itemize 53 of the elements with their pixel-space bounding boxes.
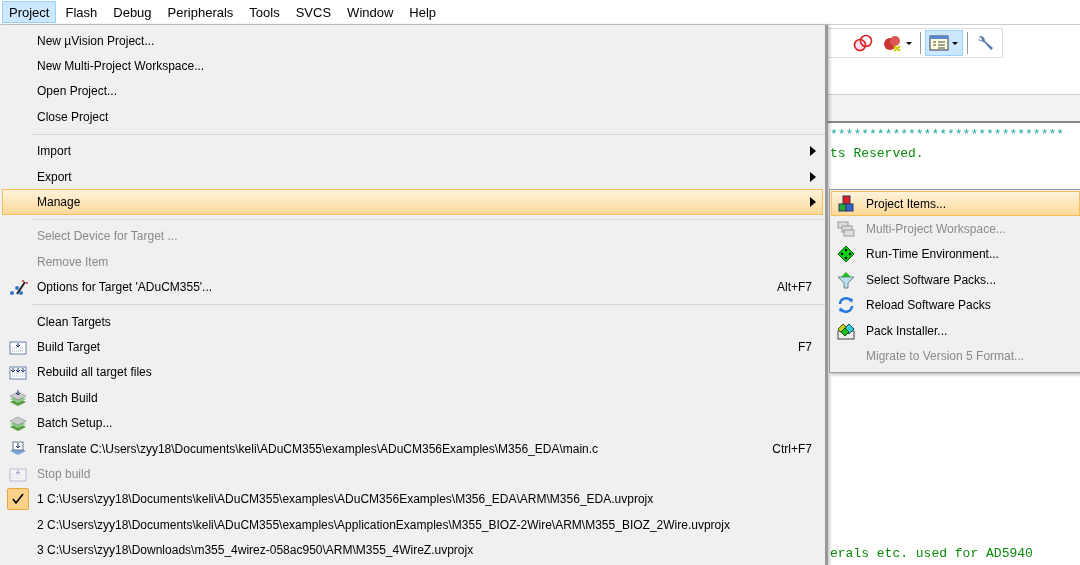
code-line: ts Reserved. xyxy=(830,145,925,163)
stacked-layers-icon xyxy=(9,389,27,406)
funnel-icon xyxy=(837,271,855,289)
menu-bar-item[interactable]: Help xyxy=(402,1,444,23)
magic-wand-icon xyxy=(10,280,28,296)
stacked-layers-icon xyxy=(9,416,27,432)
stop-build-icon xyxy=(9,468,27,482)
document-arrow-icon xyxy=(10,441,26,455)
code-line: erals etc. used for AD5940 xyxy=(830,545,1034,563)
code-line: ****************************** xyxy=(830,127,1066,143)
menu-bar-item[interactable]: Debug xyxy=(106,1,159,23)
menu-item[interactable]: Export xyxy=(2,163,823,190)
menu-item[interactable]: Manage xyxy=(2,189,823,215)
menu-item[interactable]: Reload Software Packs xyxy=(831,292,1080,318)
menu-item[interactable]: 3 C:\Users\zyy18\Downloads\m355_4wirez-058ac950\ARM\M355_4WireZ.uvprojx xyxy=(2,537,823,563)
toolbar-button[interactable] xyxy=(925,30,963,56)
menu-item[interactable]: Pack Installer... xyxy=(831,317,1080,344)
diamond-icon xyxy=(837,245,855,263)
menu-item[interactable]: Project Items... xyxy=(831,191,1080,217)
menu-bar-item[interactable]: Project xyxy=(2,1,57,23)
menu-item[interactable]: Translate C:\Users\zyy18\Documents\keli\ADuCM355\examples\ADuCM356Examples\M356_EDA\main.c Ctrl+F7 xyxy=(2,435,823,462)
menu-bar-item[interactable]: Tools xyxy=(242,1,287,23)
menu-item[interactable]: Rebuild all target files xyxy=(2,359,823,386)
wrench-icon xyxy=(978,35,993,50)
menu-item[interactable]: Close Project xyxy=(2,104,823,130)
caret-icon xyxy=(906,42,912,45)
refresh-icon xyxy=(838,297,854,314)
menu-item[interactable]: New Multi-Project Workspace... xyxy=(2,53,823,79)
caret-icon xyxy=(952,42,958,45)
menu-bar-item[interactable]: Flash xyxy=(58,1,105,23)
menu-item[interactable]: Import xyxy=(2,138,823,164)
menu-item[interactable]: Select Software Packs... xyxy=(831,267,1080,293)
balls-icon xyxy=(884,36,901,52)
menu-bar-item[interactable]: Peripherals xyxy=(160,1,241,23)
build-icon xyxy=(9,341,27,355)
rings-icon xyxy=(853,34,873,52)
windows-icon xyxy=(837,221,855,237)
blocks-icon xyxy=(838,195,854,212)
menu-item[interactable]: Clean Targets xyxy=(2,308,823,335)
menu-item[interactable]: 2 C:\Users\zyy18\Documents\keli\ADuCM355\examples\ApplicationExamples\M355_BIOZ-2Wire\ARM\M355_BIOZ_2Wire.uvprojx xyxy=(2,512,823,538)
menu-item[interactable]: Open Project... xyxy=(2,78,823,105)
menu-item[interactable]: Batch Build xyxy=(2,385,823,411)
menu-item[interactable]: Options for Target 'ADuCM355'... Alt+F7 xyxy=(2,274,823,300)
menu-bar-item[interactable]: SVCS xyxy=(288,1,339,23)
build-icon xyxy=(9,366,27,380)
menu-item[interactable]: Batch Setup... xyxy=(2,410,823,436)
menu-item[interactable]: 1 C:\Users\zyy18\Documents\keli\ADuCM355\examples\ADuCM356Examples\M356_EDA\ARM\M356_EDA.uvprojx xyxy=(2,486,823,513)
menu-item[interactable]: Build Target F7 xyxy=(2,334,823,360)
package-icon xyxy=(837,323,855,340)
window-icon xyxy=(929,35,949,51)
menu-bar-item[interactable]: Window xyxy=(340,1,401,23)
menu-item[interactable]: New µVision Project... xyxy=(2,28,823,54)
menu-item[interactable]: Run-Time Environment... xyxy=(831,241,1080,268)
